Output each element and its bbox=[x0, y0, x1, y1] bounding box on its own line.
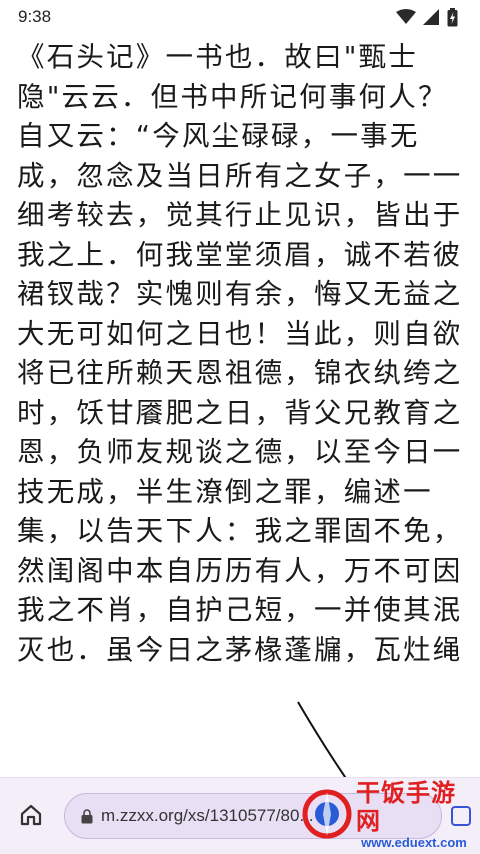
text-line: 我之上．何我堂堂须眉，诚不若彼 bbox=[17, 238, 463, 271]
home-button[interactable] bbox=[14, 800, 48, 834]
watermark-url: www.eduext.com bbox=[361, 834, 467, 850]
text-line: 《石头记》一书也．故曰"甄士 bbox=[17, 41, 418, 73]
status-time: 9:38 bbox=[18, 7, 52, 26]
text-line: 细考较去，觉其行止见识，皆出于 bbox=[17, 199, 463, 231]
text-line: 灭也．虽今日之茅椽蓬牖，瓦灶绳 bbox=[17, 633, 463, 666]
battery-charging-icon bbox=[447, 7, 458, 27]
watermark-logo bbox=[300, 787, 354, 841]
signal-icon bbox=[423, 9, 440, 25]
url-text: m.zzxx.org/xs/1310577/80... bbox=[101, 806, 314, 825]
text-line: 将已往所赖天恩祖德，锦衣纨绔之 bbox=[17, 357, 463, 389]
text-line: 集，以告天下人：我之罪固不免， bbox=[17, 515, 463, 547]
wifi-icon bbox=[396, 9, 416, 25]
text-line: 时，饫甘餍肥之日，背父兄教育之 bbox=[17, 396, 463, 429]
lock-icon bbox=[81, 808, 93, 824]
status-icons bbox=[396, 7, 458, 27]
watermark: 干饭手游网 www.eduext.com bbox=[300, 779, 472, 850]
text-line: 恩，负师友规谈之德，以至今日一 bbox=[17, 436, 463, 468]
text-line: 隐"云云．但书中所记何事何人？ bbox=[17, 80, 448, 113]
text-line: 裙钗哉？实愧则有余，悔又无益之 bbox=[17, 278, 463, 310]
text-line: 自又云：“今风尘碌碌，一事无 bbox=[17, 120, 420, 152]
text-line: 我之不肖，自护己短，一并使其泯 bbox=[17, 594, 463, 626]
text-line: 大无可如何之日也！当此，则自欲 bbox=[17, 317, 463, 350]
reader-text: 《石头记》一书也．故曰"甄士 隐"云云．但书中所记何事何人？ 自又云：“今风尘碌碌，… bbox=[0, 38, 480, 670]
status-bar: 9:38 bbox=[0, 0, 480, 34]
text-line: 技无成，半生潦倒之罪，编述一 bbox=[17, 475, 433, 508]
reader-content[interactable]: 《石头记》一书也．故曰"甄士 隐"云云．但书中所记何事何人？ 自又云：“今风尘碌碌，… bbox=[0, 38, 480, 773]
home-icon bbox=[19, 803, 43, 831]
text-line: 然闺阁中本自历历有人，万不可因 bbox=[17, 554, 463, 587]
watermark-brand: 干饭手游网 bbox=[356, 778, 456, 835]
text-line: 成，忽念及当日所有之女子，一一 bbox=[17, 159, 463, 192]
